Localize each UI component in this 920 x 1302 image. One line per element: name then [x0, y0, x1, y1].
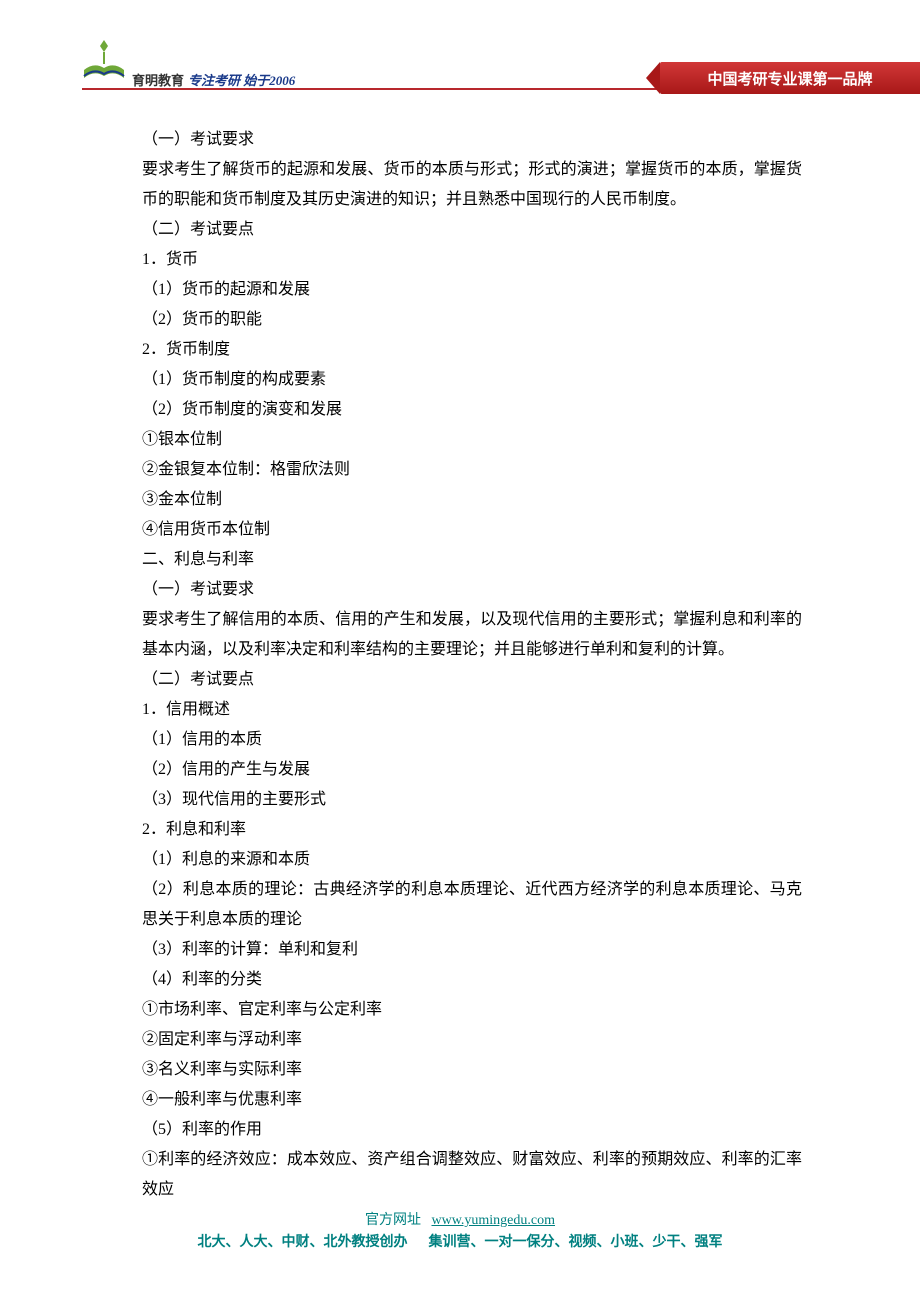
page-header: 育明教育 专注考研 始于2006 中国考研专业课第一品牌: [0, 0, 920, 95]
content-line: ③名义利率与实际利率: [142, 1055, 802, 1085]
content-line: ②固定利率与浮动利率: [142, 1025, 802, 1055]
logo-text-block: 育明教育 专注考研 始于2006: [132, 70, 295, 90]
content-line: 二、利息与利率: [142, 545, 802, 575]
brand-banner: 中国考研专业课第一品牌: [660, 62, 920, 94]
page-footer: 官方网址 www.yumingedu.com 北大、人大、中财、北外教授创办 集…: [0, 1210, 920, 1254]
content-line: （一）考试要求: [142, 575, 802, 605]
content-line: （2）货币制度的演变和发展: [142, 395, 802, 425]
content-line: ④信用货币本位制: [142, 515, 802, 545]
content-line: ②金银复本位制：格雷欣法则: [142, 455, 802, 485]
footer-url-label: 官方网址: [365, 1213, 421, 1228]
content-line: ①市场利率、官定利率与公定利率: [142, 995, 802, 1025]
content-line: （二）考试要点: [142, 215, 802, 245]
content-line: （5）利率的作用: [142, 1115, 802, 1145]
content-line: （一）考试要求: [142, 125, 802, 155]
logo-area: 育明教育 专注考研 始于2006: [82, 38, 295, 90]
logo-brand-text: 育明教育: [132, 73, 184, 88]
footer-url-line: 官方网址 www.yumingedu.com: [0, 1210, 920, 1232]
content-line: ④一般利率与优惠利率: [142, 1085, 802, 1115]
footer-founders: 北大、人大、中财、北外教授创办: [198, 1235, 408, 1250]
header-divider: [82, 88, 660, 90]
footer-info-line: 北大、人大、中财、北外教授创办 集训营、一对一保分、视频、小班、少干、强军: [0, 1232, 920, 1254]
logo-icon: [82, 38, 126, 90]
content-line: （二）考试要点: [142, 665, 802, 695]
content-line: 1．信用概述: [142, 695, 802, 725]
footer-services: 集训营、一对一保分、视频、小班、少干、强军: [429, 1235, 723, 1250]
content-line: （4）利率的分类: [142, 965, 802, 995]
content-line: 1．货币: [142, 245, 802, 275]
content-line: 2．货币制度: [142, 335, 802, 365]
content-line: （1）货币的起源和发展: [142, 275, 802, 305]
content-line: 要求考生了解货币的起源和发展、货币的本质与形式；形式的演进；掌握货币的本质，掌握…: [142, 155, 802, 215]
content-line: （1）利息的来源和本质: [142, 845, 802, 875]
document-content: （一）考试要求 要求考生了解货币的起源和发展、货币的本质与形式；形式的演进；掌握…: [0, 95, 920, 1205]
content-line: （3）现代信用的主要形式: [142, 785, 802, 815]
content-line: （2）货币的职能: [142, 305, 802, 335]
content-line: （1）货币制度的构成要素: [142, 365, 802, 395]
content-line: 要求考生了解信用的本质、信用的产生和发展，以及现代信用的主要形式；掌握利息和利率…: [142, 605, 802, 665]
content-line: （1）信用的本质: [142, 725, 802, 755]
footer-url[interactable]: www.yumingedu.com: [431, 1213, 555, 1228]
content-line: ①银本位制: [142, 425, 802, 455]
content-line: （3）利率的计算：单利和复利: [142, 935, 802, 965]
content-line: 2．利息和利率: [142, 815, 802, 845]
content-line: （2）信用的产生与发展: [142, 755, 802, 785]
content-line: （2）利息本质的理论：古典经济学的利息本质理论、近代西方经济学的利息本质理论、马…: [142, 875, 802, 935]
content-line: ①利率的经济效应：成本效应、资产组合调整效应、财富效应、利率的预期效应、利率的汇…: [142, 1145, 802, 1205]
logo-tagline: 专注考研 始于2006: [188, 73, 295, 88]
content-line: ③金本位制: [142, 485, 802, 515]
